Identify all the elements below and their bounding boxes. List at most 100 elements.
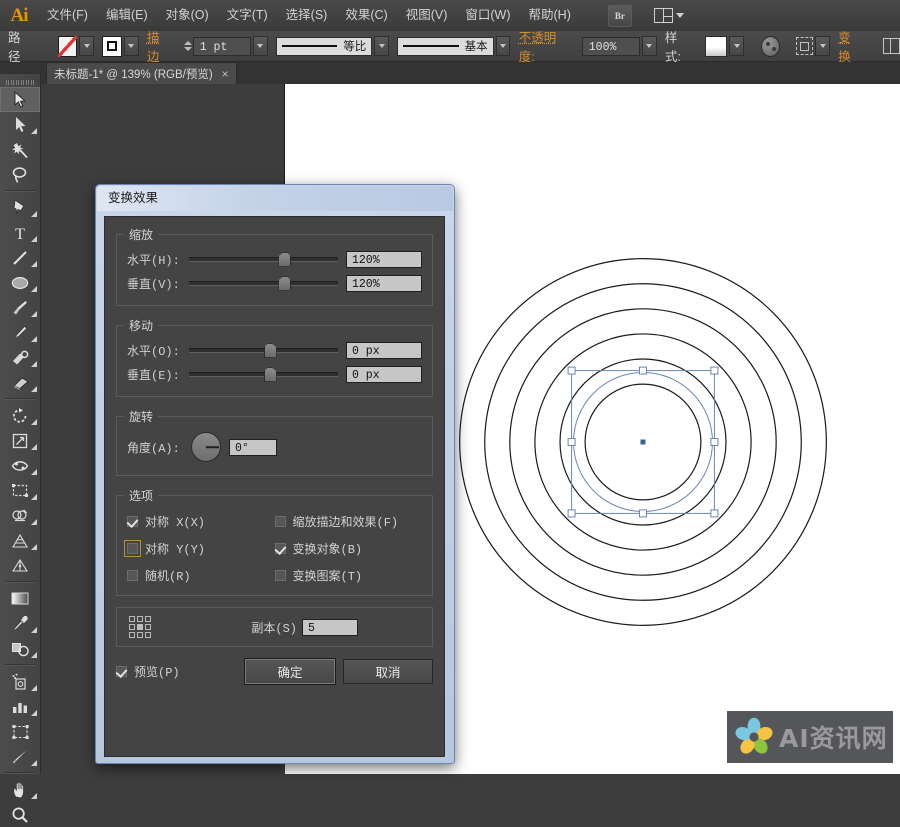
option-transform-objects[interactable]: 变换对象(B) — [274, 535, 423, 562]
selection-handle[interactable] — [567, 509, 576, 518]
type-tool[interactable]: T — [0, 220, 40, 245]
fill-dropdown-button[interactable] — [79, 36, 95, 56]
arrange-documents-button[interactable] — [653, 8, 684, 23]
blend-tool[interactable] — [0, 636, 40, 661]
magic-wand-tool[interactable] — [0, 137, 40, 162]
selection-handle[interactable] — [710, 438, 719, 446]
scale-strokes-effects-checkbox[interactable] — [274, 516, 286, 527]
stroke-dropdown-button[interactable] — [123, 36, 139, 56]
copies-field[interactable]: 5 — [302, 618, 358, 636]
shape-builder-tool[interactable] — [0, 503, 40, 528]
reference-point-grid[interactable] — [129, 616, 151, 638]
paintbrush-tool[interactable] — [0, 295, 40, 320]
blob-brush-tool[interactable] — [0, 345, 40, 370]
rotate-tool[interactable] — [0, 403, 40, 428]
move-group: 移动 水平(O): 0 px 垂直(E): 0 px — [116, 317, 433, 397]
move-horizontal-field[interactable]: 0 px — [346, 341, 422, 359]
selection-handle[interactable] — [710, 366, 719, 375]
stroke-swatch[interactable] — [102, 35, 122, 57]
stroke-label[interactable]: 描边 — [147, 27, 170, 65]
rotate-angle-field[interactable]: 0° — [229, 438, 277, 456]
hand-tool[interactable] — [0, 777, 40, 802]
mesh-tool[interactable] — [0, 553, 40, 578]
selection-handle[interactable] — [567, 438, 576, 446]
transform-patterns-checkbox[interactable] — [274, 570, 286, 581]
document-tab[interactable]: 未标题-1* @ 139% (RGB/预览) × — [46, 62, 237, 84]
transform-effect-dialog[interactable]: 变换效果 缩放 水平(H): 120% 垂直(V): 120% 移动 水平(O)… — [95, 184, 455, 764]
menu-effect[interactable]: 效果(C) — [336, 0, 396, 31]
scale-horizontal-slider[interactable] — [189, 251, 338, 267]
lasso-tool[interactable] — [0, 162, 40, 187]
scale-vertical-field[interactable]: 120% — [346, 274, 422, 292]
move-vertical-slider[interactable] — [189, 366, 338, 382]
option-reflect-y[interactable]: 对称 Y(Y) — [124, 535, 275, 562]
menu-file[interactable]: 文件(F) — [38, 0, 97, 31]
move-horizontal-slider[interactable] — [189, 342, 338, 358]
ellipse-tool[interactable] — [0, 270, 40, 295]
symbol-sprayer-tool[interactable] — [0, 669, 40, 694]
tools-panel-grip[interactable] — [0, 74, 40, 87]
selection-handle[interactable] — [567, 366, 576, 375]
column-graph-tool[interactable] — [0, 694, 40, 719]
line-segment-tool[interactable] — [0, 245, 40, 270]
brush-definition-dropdown-button[interactable] — [495, 36, 511, 56]
pen-tool[interactable] — [0, 195, 40, 220]
eyedropper-tool[interactable] — [0, 611, 40, 636]
slice-tool[interactable] — [0, 744, 40, 769]
move-vertical-field[interactable]: 0 px — [346, 365, 422, 383]
reflect-y-checkbox[interactable] — [124, 540, 141, 557]
artboard-tool[interactable] — [0, 719, 40, 744]
scale-horizontal-field[interactable]: 120% — [346, 250, 422, 268]
perspective-grid-tool[interactable] — [0, 528, 40, 553]
style-swatch[interactable] — [704, 35, 728, 57]
free-transform-tool[interactable] — [0, 478, 40, 503]
close-icon[interactable]: × — [222, 67, 229, 81]
option-random[interactable]: 随机(R) — [127, 562, 275, 589]
style-dropdown-button[interactable] — [729, 36, 744, 56]
selection-handle[interactable] — [639, 366, 647, 375]
align-dropdown-button[interactable] — [815, 36, 830, 56]
scale-vertical-slider[interactable] — [189, 275, 338, 291]
option-scale-strokes-effects[interactable]: 缩放描边和效果(F) — [274, 508, 423, 535]
stroke-profile-field[interactable]: 等比 — [275, 36, 373, 56]
direct-selection-tool[interactable] — [0, 112, 40, 137]
random-checkbox[interactable] — [127, 570, 138, 581]
transform-objects-checkbox[interactable] — [274, 543, 286, 554]
eraser-tool[interactable] — [0, 370, 40, 395]
zoom-tool[interactable] — [0, 802, 40, 827]
preview-toggle[interactable]: 预览(P) — [116, 663, 237, 680]
bridge-button[interactable]: Br — [607, 4, 632, 27]
opacity-label[interactable]: 不透明度: — [519, 27, 568, 65]
selection-tool[interactable] — [0, 87, 40, 112]
stroke-profile-dropdown-button[interactable] — [374, 36, 390, 56]
selection-handle[interactable] — [639, 509, 647, 518]
transform-label[interactable]: 变换 — [838, 27, 861, 65]
selection-handle[interactable] — [710, 509, 719, 518]
option-transform-patterns[interactable]: 变换图案(T) — [274, 562, 423, 589]
center-anchor-point[interactable] — [640, 439, 646, 445]
fill-swatch[interactable] — [57, 35, 78, 57]
menu-select[interactable]: 选择(S) — [277, 0, 337, 31]
opacity-dropdown-button[interactable] — [641, 36, 657, 56]
gradient-tool[interactable] — [0, 586, 40, 611]
preview-checkbox[interactable] — [116, 666, 127, 677]
ok-button[interactable]: 确定 — [245, 659, 335, 684]
panel-options-icon[interactable] — [883, 38, 900, 54]
stroke-weight-field[interactable]: 1 pt — [192, 36, 251, 56]
cancel-button[interactable]: 取消 — [343, 659, 433, 684]
opacity-mask-icon[interactable] — [760, 35, 780, 57]
menu-view[interactable]: 视图(V) — [397, 0, 457, 31]
menu-window[interactable]: 窗口(W) — [456, 0, 519, 31]
brush-definition-field[interactable]: 基本 — [397, 36, 494, 56]
align-icon[interactable] — [796, 37, 814, 55]
rotate-angle-dial[interactable] — [191, 432, 221, 462]
opacity-field[interactable]: 100% — [581, 36, 640, 56]
scale-tool[interactable] — [0, 428, 40, 453]
stroke-weight-stepper[interactable] — [183, 41, 192, 51]
width-tool[interactable] — [0, 453, 40, 478]
reflect-x-checkbox[interactable] — [127, 516, 138, 527]
pencil-tool[interactable] — [0, 320, 40, 345]
option-reflect-x[interactable]: 对称 X(X) — [127, 508, 275, 535]
menu-type[interactable]: 文字(T) — [218, 0, 277, 31]
stroke-weight-dropdown-button[interactable] — [252, 36, 268, 56]
